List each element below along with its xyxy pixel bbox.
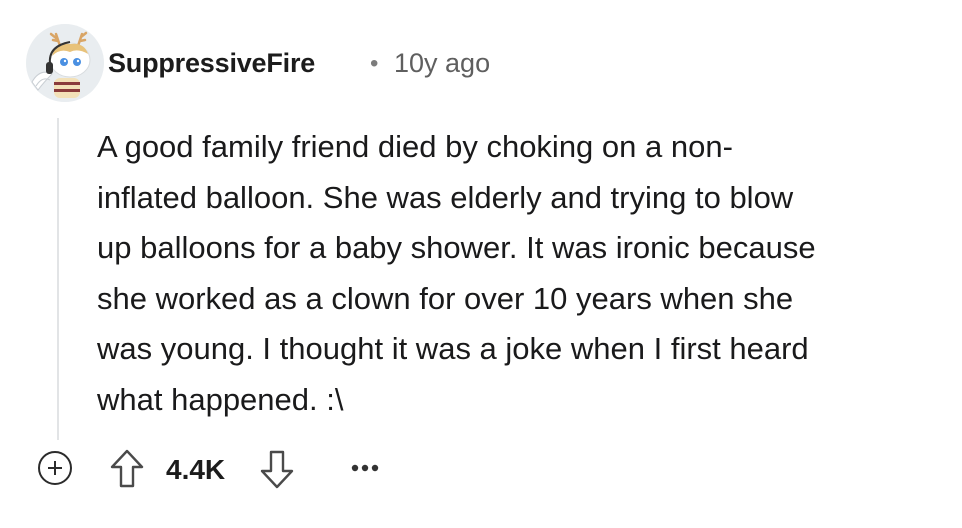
comment-line: what happened. :\ bbox=[97, 381, 344, 417]
comment-line: up balloons for a baby shower. It was ir… bbox=[97, 230, 816, 265]
comment-line: was young. I thought it was a joke when … bbox=[97, 331, 809, 366]
comment-line: she worked as a clown for over 10 years … bbox=[97, 280, 794, 316]
ellipsis-icon bbox=[351, 464, 379, 472]
username[interactable]: SuppressiveFire bbox=[108, 48, 315, 79]
expand-plus-icon[interactable] bbox=[38, 451, 72, 485]
avatar[interactable] bbox=[26, 24, 104, 102]
downvote-button[interactable] bbox=[258, 448, 296, 490]
upvote-button[interactable] bbox=[108, 448, 146, 490]
comment-body: A good family friend died by choking on … bbox=[97, 122, 947, 425]
comment-line: inflated balloon. She was elderly and tr… bbox=[97, 179, 794, 215]
more-options-button[interactable] bbox=[348, 456, 382, 480]
thread-line[interactable] bbox=[57, 118, 59, 440]
arrow-down-icon bbox=[260, 450, 294, 489]
avatar-image bbox=[26, 24, 104, 102]
vote-score: 4.4K bbox=[166, 454, 226, 485]
comment-line: A good family friend died by choking on … bbox=[97, 129, 733, 164]
timestamp[interactable]: 10y ago bbox=[394, 48, 490, 79]
separator-dot: • bbox=[370, 50, 379, 77]
arrow-up-icon bbox=[110, 449, 144, 488]
